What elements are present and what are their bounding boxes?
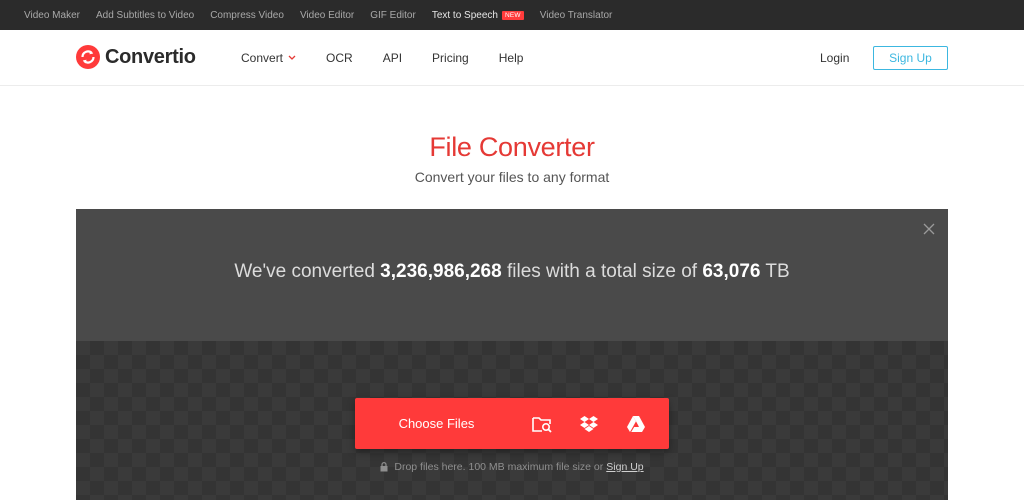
- drop-note-text: Drop files here. 100 MB maximum file siz…: [394, 461, 604, 473]
- size-unit: TB: [765, 261, 790, 282]
- main-header: Convertio Convert OCR API Pricing Help L…: [0, 30, 1024, 86]
- nav-ocr[interactable]: OCR: [326, 51, 353, 65]
- folder-search-icon: [531, 416, 552, 433]
- logo-text: Convertio: [105, 45, 196, 68]
- topbar-link-text-to-speech[interactable]: Text to Speech NEW: [432, 10, 524, 21]
- convertio-logo-icon: [76, 45, 100, 69]
- files-count: 3,236,986,268: [380, 261, 502, 282]
- signup-button[interactable]: Sign Up: [873, 46, 948, 70]
- conversion-stats: We've converted 3,236,986,268 files with…: [76, 261, 948, 283]
- total-size: 63,076: [702, 261, 761, 282]
- from-computer-button[interactable]: [518, 398, 565, 449]
- close-icon: [923, 223, 935, 235]
- nav-help[interactable]: Help: [499, 51, 524, 65]
- topbar-link-gif-editor[interactable]: GIF Editor: [370, 10, 416, 21]
- from-google-drive-button[interactable]: [612, 398, 659, 449]
- new-badge: NEW: [501, 10, 524, 20]
- login-link[interactable]: Login: [820, 51, 849, 65]
- stats-prefix: We've converted: [234, 261, 375, 282]
- choose-files-bar: Choose Files: [355, 398, 669, 449]
- lock-icon: [380, 462, 388, 472]
- topbar-link-video-editor[interactable]: Video Editor: [300, 10, 354, 21]
- text-to-speech-label: Text to Speech: [431, 9, 498, 21]
- dropbox-icon: [579, 415, 598, 432]
- choose-files-button[interactable]: Choose Files: [355, 416, 518, 431]
- topbar-link-video-translator[interactable]: Video Translator: [540, 10, 613, 21]
- chevron-down-icon: [288, 55, 296, 60]
- nav-pricing[interactable]: Pricing: [432, 51, 469, 65]
- drop-zone[interactable]: Choose Files Drop files here. 100 MB max…: [76, 341, 948, 500]
- close-button[interactable]: [923, 222, 935, 240]
- topbar-link-compress-video[interactable]: Compress Video: [210, 10, 284, 21]
- nav-api[interactable]: API: [383, 51, 402, 65]
- logo[interactable]: Convertio: [76, 45, 196, 69]
- drop-note: Drop files here. 100 MB maximum file siz…: [76, 461, 948, 473]
- from-dropbox-button[interactable]: [565, 398, 612, 449]
- nav-convert-label: Convert: [241, 51, 284, 65]
- page-title: File Converter: [429, 132, 595, 162]
- topbar-link-add-subtitles[interactable]: Add Subtitles to Video: [96, 10, 194, 21]
- drop-signup-link[interactable]: Sign Up: [606, 461, 643, 473]
- google-drive-icon: [626, 415, 645, 432]
- stats-middle: files with a total size of: [506, 261, 698, 282]
- page-subtitle: Convert your files to any format: [414, 169, 610, 185]
- nav-convert[interactable]: Convert: [241, 51, 296, 65]
- topbar-link-video-maker[interactable]: Video Maker: [24, 10, 80, 21]
- main-nav: Convert OCR API Pricing Help: [241, 30, 553, 86]
- top-bar: Video Maker Add Subtitles to Video Compr…: [0, 0, 1024, 30]
- stats-panel: We've converted 3,236,986,268 files with…: [76, 209, 948, 341]
